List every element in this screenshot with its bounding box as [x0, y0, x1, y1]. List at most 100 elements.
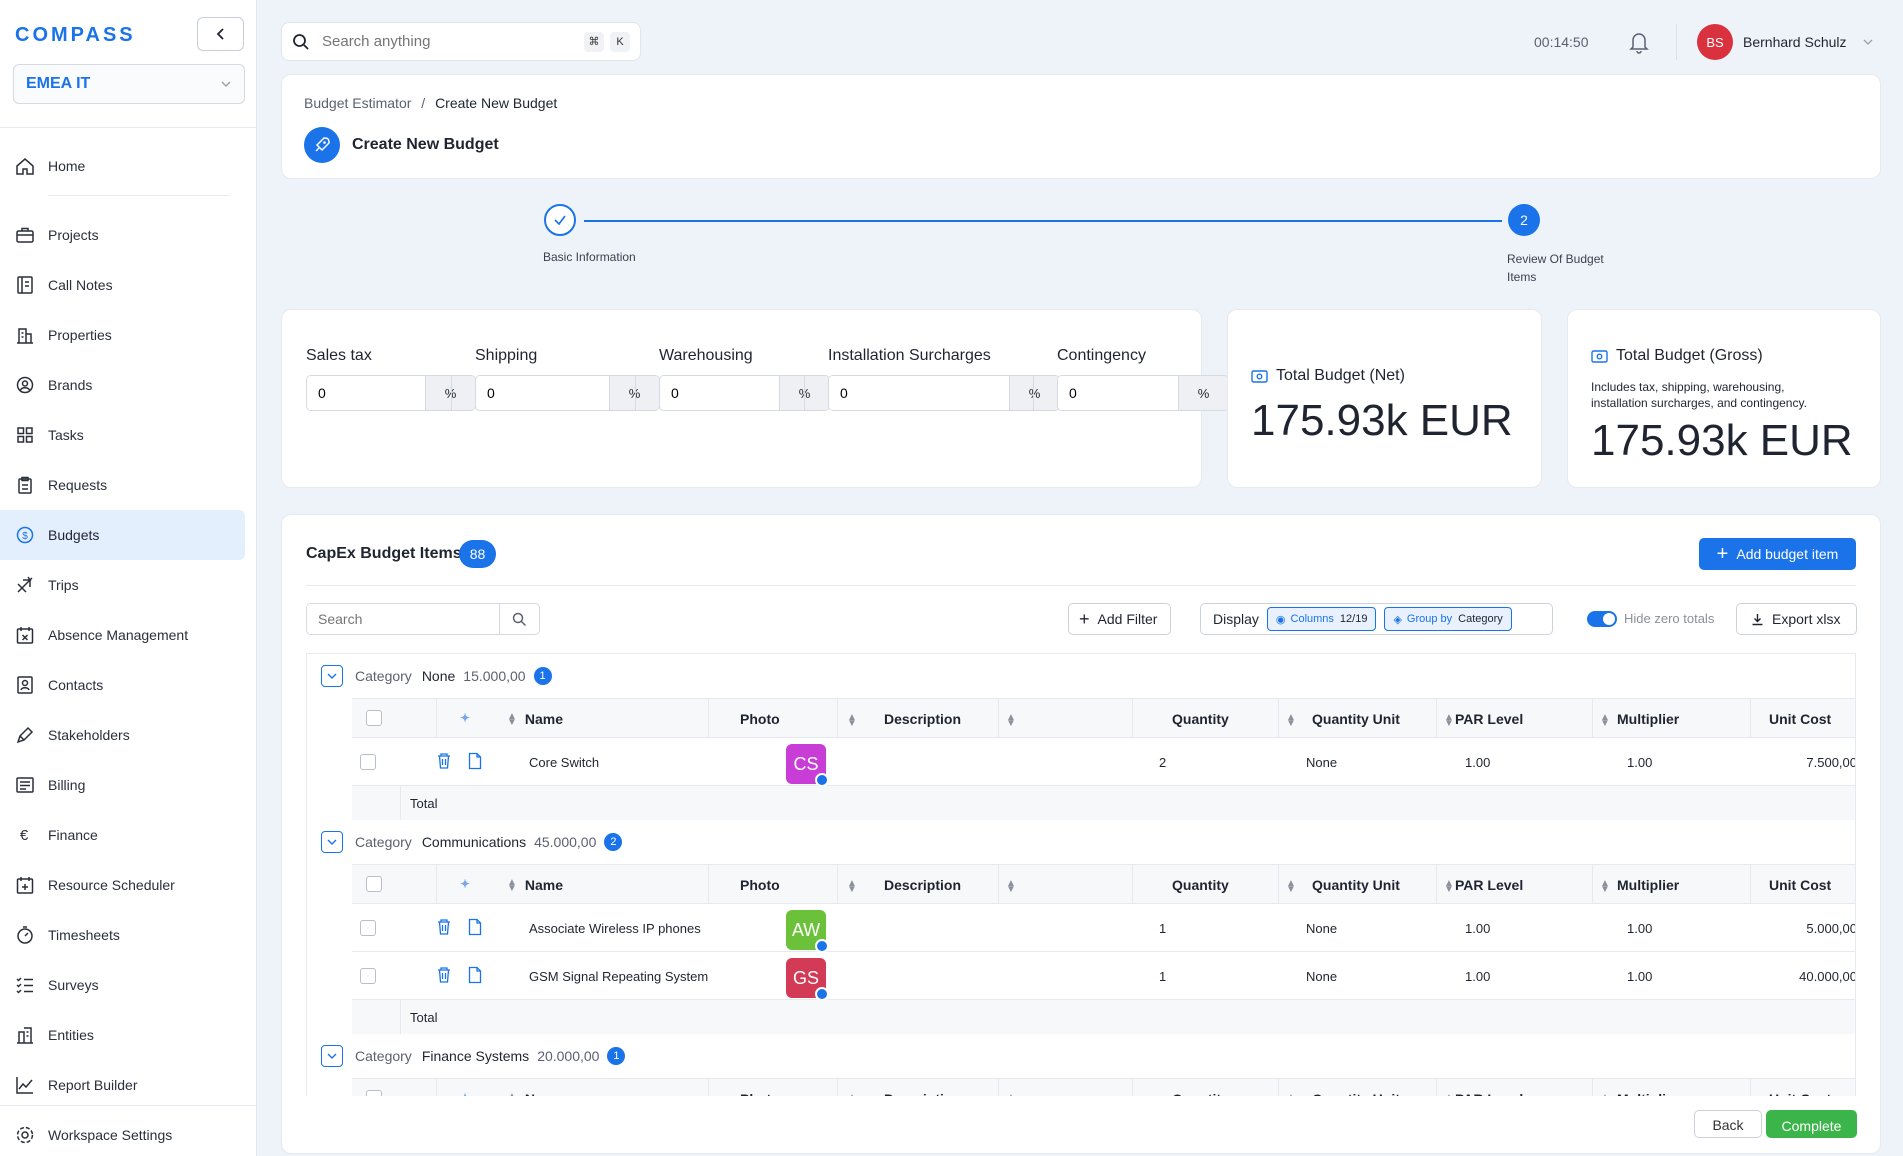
- hide-zero-totals-toggle[interactable]: [1587, 611, 1617, 627]
- sidebar-item-home[interactable]: Home: [0, 141, 245, 191]
- sales-tax-input[interactable]: [307, 376, 425, 410]
- column-header-unit-cost[interactable]: Unit Cost: [1769, 711, 1831, 727]
- row-checkbox[interactable]: [360, 968, 376, 984]
- item-name[interactable]: Core Switch: [529, 755, 599, 770]
- columns-pill[interactable]: ◉ Columns 12/19: [1266, 607, 1377, 631]
- column-header-unit-cost[interactable]: Unit Cost: [1769, 877, 1831, 893]
- chevron-down-icon[interactable]: [321, 1045, 343, 1067]
- sort-icon[interactable]: ▲▼: [1444, 712, 1462, 729]
- pin-icon[interactable]: ✦: [460, 877, 470, 891]
- group-by-pill[interactable]: ◈ Group by Category: [1384, 607, 1512, 631]
- document-icon[interactable]: [468, 918, 482, 939]
- sort-icon[interactable]: ▲▼: [1286, 712, 1304, 729]
- breadcrumb-root[interactable]: Budget Estimator: [304, 95, 411, 111]
- column-header-par-level[interactable]: PAR Level: [1455, 877, 1523, 893]
- global-search[interactable]: ⌘ K: [281, 22, 641, 61]
- column-header-quantity-unit[interactable]: Quantity Unit: [1312, 711, 1400, 727]
- column-header-multiplier[interactable]: Multiplier: [1617, 877, 1679, 893]
- sidebar-item-projects[interactable]: Projects: [0, 210, 245, 260]
- export-xlsx-button[interactable]: Export xlsx: [1736, 603, 1857, 635]
- column-header-name[interactable]: ▲▼ Name: [507, 877, 563, 894]
- trash-icon[interactable]: [436, 752, 452, 773]
- category-group-header[interactable]: Category None 15.000,00 1: [321, 665, 552, 687]
- sidebar-item-properties[interactable]: Properties: [0, 310, 245, 360]
- column-header-quantity[interactable]: Quantity: [1172, 711, 1229, 727]
- table-search[interactable]: [306, 603, 540, 635]
- table-row[interactable]: Associate Wireless IP phones AW 1 None 1.00 1…: [352, 904, 1855, 953]
- column-header-photo[interactable]: Photo: [740, 877, 780, 893]
- sidebar-item-tasks[interactable]: Tasks: [0, 410, 245, 460]
- select-all-checkbox[interactable]: [366, 876, 382, 892]
- column-header-description[interactable]: Description: [884, 711, 961, 727]
- sidebar-item-resource-scheduler[interactable]: Resource Scheduler: [0, 860, 245, 910]
- sort-icon[interactable]: ▲▼: [1600, 712, 1618, 729]
- add-filter-button[interactable]: + Add Filter: [1068, 603, 1171, 635]
- back-button[interactable]: Back: [1694, 1110, 1762, 1138]
- add-budget-item-button[interactable]: + Add budget item: [1699, 538, 1856, 570]
- sort-icon[interactable]: ▲▼: [1006, 712, 1024, 729]
- chevron-down-icon[interactable]: [321, 831, 343, 853]
- sort-icon[interactable]: ▲▼: [847, 878, 865, 895]
- sidebar-item-surveys[interactable]: Surveys: [0, 960, 245, 1010]
- column-header-multiplier[interactable]: Multiplier: [1617, 711, 1679, 727]
- table-row[interactable]: GSM Signal Repeating System GS 1 None 1.00 1.…: [352, 952, 1855, 1001]
- item-photo[interactable]: GS: [786, 958, 829, 1001]
- edit-photo-icon[interactable]: [815, 773, 829, 787]
- column-header-description[interactable]: Description: [884, 877, 961, 893]
- sort-icon[interactable]: ▲▼: [507, 878, 517, 894]
- column-header-name[interactable]: ▲▼ Name: [507, 711, 563, 728]
- row-checkbox[interactable]: [360, 754, 376, 770]
- step-basic-information[interactable]: [544, 204, 576, 236]
- sidebar-item-timesheets[interactable]: Timesheets: [0, 910, 245, 960]
- complete-button[interactable]: Complete: [1766, 1110, 1857, 1138]
- edit-photo-icon[interactable]: [815, 939, 829, 953]
- column-header-photo[interactable]: Photo: [740, 711, 780, 727]
- column-header-par-level[interactable]: PAR Level: [1455, 711, 1523, 727]
- step-review-budget-items[interactable]: 2: [1508, 204, 1540, 236]
- category-group-header[interactable]: Category Communications 45.000,00 2: [321, 831, 623, 853]
- sidebar-item-contacts[interactable]: Contacts: [0, 660, 245, 710]
- table-row[interactable]: Core Switch CS 2 None 1.00 1.00 7.500,00: [352, 738, 1855, 787]
- sort-icon[interactable]: ▲▼: [507, 712, 517, 728]
- sidebar-item-finance[interactable]: € Finance: [0, 810, 245, 860]
- sidebar-item-absence-management[interactable]: Absence Management: [0, 610, 245, 660]
- sidebar-item-brands[interactable]: Brands: [0, 360, 245, 410]
- column-header-quantity-unit[interactable]: Quantity Unit: [1312, 877, 1400, 893]
- pin-icon[interactable]: ✦: [460, 711, 470, 725]
- collapse-sidebar-button[interactable]: [197, 17, 244, 51]
- warehousing-input[interactable]: [660, 376, 779, 410]
- row-checkbox[interactable]: [360, 920, 376, 936]
- item-photo[interactable]: AW: [786, 910, 829, 953]
- select-all-checkbox[interactable]: [366, 710, 382, 726]
- item-photo[interactable]: CS: [786, 744, 829, 787]
- item-name[interactable]: GSM Signal Repeating System: [529, 969, 708, 984]
- trash-icon[interactable]: [436, 918, 452, 939]
- sidebar-item-entities[interactable]: Entities: [0, 1010, 245, 1060]
- sort-icon[interactable]: ▲▼: [847, 712, 865, 729]
- sidebar-item-workspace-settings[interactable]: Workspace Settings: [0, 1110, 245, 1156]
- notifications-bell-icon[interactable]: [1628, 30, 1650, 59]
- installation-surcharges-field[interactable]: %: [828, 375, 1060, 411]
- document-icon[interactable]: [468, 752, 482, 773]
- user-menu[interactable]: BS Bernhard Schulz: [1697, 24, 1873, 60]
- sort-icon[interactable]: ▲▼: [1286, 878, 1304, 895]
- sort-icon[interactable]: ▲▼: [1444, 878, 1462, 895]
- category-group-header[interactable]: Category Finance Systems 20.000,00 1: [321, 1045, 626, 1067]
- sidebar-item-trips[interactable]: Trips: [0, 560, 245, 610]
- installation-surcharges-input[interactable]: [829, 376, 1009, 410]
- sidebar-item-billing[interactable]: Billing: [0, 760, 245, 810]
- shipping-field[interactable]: %: [475, 375, 660, 411]
- sort-icon[interactable]: ▲▼: [1600, 878, 1618, 895]
- edit-photo-icon[interactable]: [815, 987, 829, 1001]
- sort-icon[interactable]: ▲▼: [1006, 878, 1024, 895]
- table-search-input[interactable]: [307, 604, 499, 634]
- sidebar-item-report-builder[interactable]: Report Builder: [0, 1060, 245, 1110]
- contingency-field[interactable]: %: [1057, 375, 1229, 411]
- shipping-input[interactable]: [476, 376, 609, 410]
- chevron-down-icon[interactable]: [321, 665, 343, 687]
- item-name[interactable]: Associate Wireless IP phones: [529, 921, 701, 936]
- contingency-input[interactable]: [1058, 376, 1178, 410]
- trash-icon[interactable]: [436, 966, 452, 987]
- global-search-input[interactable]: [322, 33, 578, 50]
- sidebar-item-requests[interactable]: Requests: [0, 460, 245, 510]
